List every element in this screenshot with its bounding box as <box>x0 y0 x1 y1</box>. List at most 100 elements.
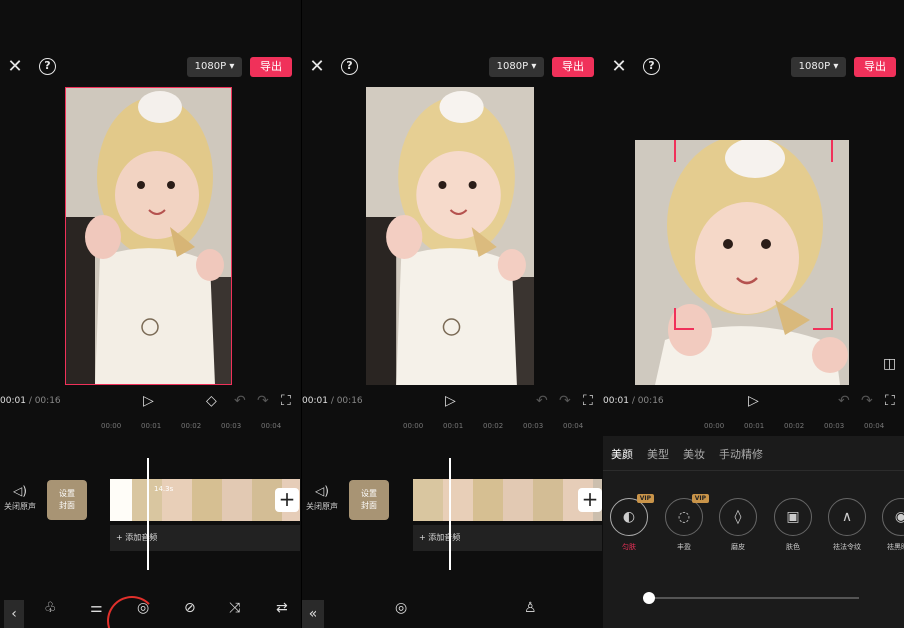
loop-icon[interactable]: ⇄ <box>276 600 288 616</box>
close-icon[interactable]: ✕ <box>5 57 25 77</box>
timeline-ruler: 00:00 00:01 00:02 00:03 00:04 <box>0 422 301 434</box>
mute-label: 关闭原声 <box>306 502 338 511</box>
clip-handle[interactable] <box>110 479 132 521</box>
tab-makeup[interactable]: 美妆 <box>683 446 705 462</box>
fullscreen-icon[interactable]: ⛶ <box>281 393 291 409</box>
mute-original-button[interactable]: ◁) 关闭原声 <box>302 484 342 512</box>
playhead[interactable] <box>147 458 149 570</box>
body-icon[interactable]: ♙ <box>524 600 537 616</box>
play-icon[interactable]: ▷ <box>748 393 759 409</box>
add-clip-button[interactable]: + <box>578 488 602 512</box>
beauty-item-skin-tone[interactable]: ▣ 肤色 <box>774 498 812 552</box>
resolution-selector[interactable]: 1080P ▾ <box>489 57 544 77</box>
face-frame-corner <box>674 140 692 162</box>
play-icon[interactable]: ▷ <box>445 393 456 409</box>
beauty-item-even-skin[interactable]: ◐ VIP 匀肤 <box>610 494 654 552</box>
beauty-item-smooth[interactable]: ◊ 磨皮 <box>719 498 757 552</box>
redo-icon[interactable]: ↷ <box>257 393 269 409</box>
time-display: 00:01 / 00:16 <box>603 396 664 406</box>
total-time: / 00:16 <box>330 396 363 406</box>
playhead[interactable] <box>449 458 451 570</box>
ruler-tick: 00:03 <box>824 422 845 430</box>
back-icon[interactable]: ‹ <box>4 600 24 628</box>
beauty-icon[interactable]: ◎ <box>395 600 407 616</box>
keyframe-icon[interactable]: ◇ <box>206 393 217 409</box>
mute-original-button[interactable]: ◁) 关闭原声 <box>0 484 40 512</box>
close-icon[interactable]: ✕ <box>307 57 327 77</box>
filter-icon[interactable]: ♧ <box>44 600 57 616</box>
ruler-tick: 00:04 <box>864 422 885 430</box>
video-preview[interactable] <box>65 87 232 385</box>
beauty-item-label: 祛黑眼圈 <box>887 543 904 551</box>
video-clip-track[interactable] <box>413 479 602 521</box>
beauty-item-label: 祛法令纹 <box>833 543 861 551</box>
ruler-tick: 00:01 <box>443 422 464 430</box>
time-display: 00:01 / 00:16 <box>302 396 363 406</box>
help-icon[interactable]: ? <box>341 58 358 75</box>
current-time: 00:01 <box>302 396 328 406</box>
transform-icon[interactable]: ⤨ <box>229 600 240 616</box>
video-clip-track[interactable] <box>110 479 300 521</box>
video-preview[interactable] <box>366 87 534 385</box>
clip-frame <box>443 479 473 521</box>
tab-manual[interactable]: 手动精修 <box>719 446 763 462</box>
intensity-slider[interactable] <box>643 592 859 604</box>
beauty-item-plump[interactable]: ◌ VIP 丰盈 <box>665 494 709 552</box>
current-time: 00:01 <box>603 396 629 406</box>
set-cover-button[interactable]: 设置 封面 <box>47 480 87 520</box>
mask-icon[interactable]: ⊘ <box>184 600 196 616</box>
editor-panel-1: ✕ ? 1080P ▾ 导出 00:01 / 00:16 ▷ ◇ ↶ ↷ ⛶ 0… <box>0 0 301 628</box>
ruler-tick: 00:03 <box>221 422 242 430</box>
beauty-item-label: 丰盈 <box>677 543 691 551</box>
beauty-item-nasolabial[interactable]: ∧ 祛法令纹 <box>828 498 866 552</box>
undo-icon[interactable]: ↶ <box>838 393 850 409</box>
add-audio-button[interactable]: + 添加音频 <box>110 525 300 551</box>
video-preview[interactable] <box>635 140 849 385</box>
close-icon[interactable]: ✕ <box>609 57 629 77</box>
add-audio-button[interactable]: + 添加音频 <box>413 525 602 551</box>
beauty-item-label: 匀肤 <box>622 543 636 551</box>
tab-beauty[interactable]: 美颜 <box>611 446 633 462</box>
eye-icon: ◉ <box>882 498 904 536</box>
help-icon[interactable]: ? <box>39 58 56 75</box>
editor-panel-3: ✕ ? 1080P ▾ 导出 ◫ 00:01 / 00:16 ▷ ↶ ↷ ⛶ 0… <box>603 0 904 628</box>
beauty-item-dark-circles[interactable]: ◉ 祛黑眼圈 <box>882 498 904 552</box>
beauty-item-label: 肤色 <box>786 543 800 551</box>
ruler-tick: 00:00 <box>704 422 725 430</box>
ruler-tick: 00:03 <box>523 422 544 430</box>
face-frame-corner <box>813 308 833 330</box>
ruler-tick: 00:00 <box>101 422 122 430</box>
timeline-ruler: 00:00 00:01 00:02 00:03 00:04 <box>603 422 904 434</box>
play-icon[interactable]: ▷ <box>143 393 154 409</box>
help-icon[interactable]: ? <box>643 58 660 75</box>
resolution-selector[interactable]: 1080P ▾ <box>187 57 242 77</box>
compare-icon[interactable]: ◫ <box>883 356 896 372</box>
redo-icon[interactable]: ↷ <box>861 393 873 409</box>
total-time: / 00:16 <box>28 396 61 406</box>
clip-frame <box>413 479 443 521</box>
ruler-tick: 00:02 <box>181 422 202 430</box>
export-button[interactable]: 导出 <box>854 57 896 77</box>
slider-knob[interactable] <box>643 592 655 604</box>
droplet-icon: ◊ <box>719 498 757 536</box>
cover-label: 设置 <box>59 489 75 498</box>
face-frame-corner <box>815 140 833 162</box>
redo-icon[interactable]: ↷ <box>559 393 571 409</box>
add-clip-button[interactable]: + <box>275 488 299 512</box>
cover-label: 设置 <box>361 489 377 498</box>
adjust-icon[interactable]: ⚌ <box>90 600 103 616</box>
export-button[interactable]: 导出 <box>250 57 292 77</box>
nose-icon: ∧ <box>828 498 866 536</box>
undo-icon[interactable]: ↶ <box>536 393 548 409</box>
ruler-tick: 00:00 <box>403 422 424 430</box>
undo-icon[interactable]: ↶ <box>234 393 246 409</box>
set-cover-button[interactable]: 设置 封面 <box>349 480 389 520</box>
resolution-selector[interactable]: 1080P ▾ <box>791 57 846 77</box>
export-button[interactable]: 导出 <box>552 57 594 77</box>
editor-panel-2: ✕ ? 1080P ▾ 导出 00:01 / 00:16 ▷ ↶ ↷ ⛶ 00:… <box>302 0 603 628</box>
collapse-icon[interactable]: « <box>302 600 324 628</box>
fullscreen-icon[interactable]: ⛶ <box>885 393 895 409</box>
fullscreen-icon[interactable]: ⛶ <box>583 393 593 409</box>
tab-shape[interactable]: 美型 <box>647 446 669 462</box>
vip-badge: VIP <box>691 494 709 503</box>
